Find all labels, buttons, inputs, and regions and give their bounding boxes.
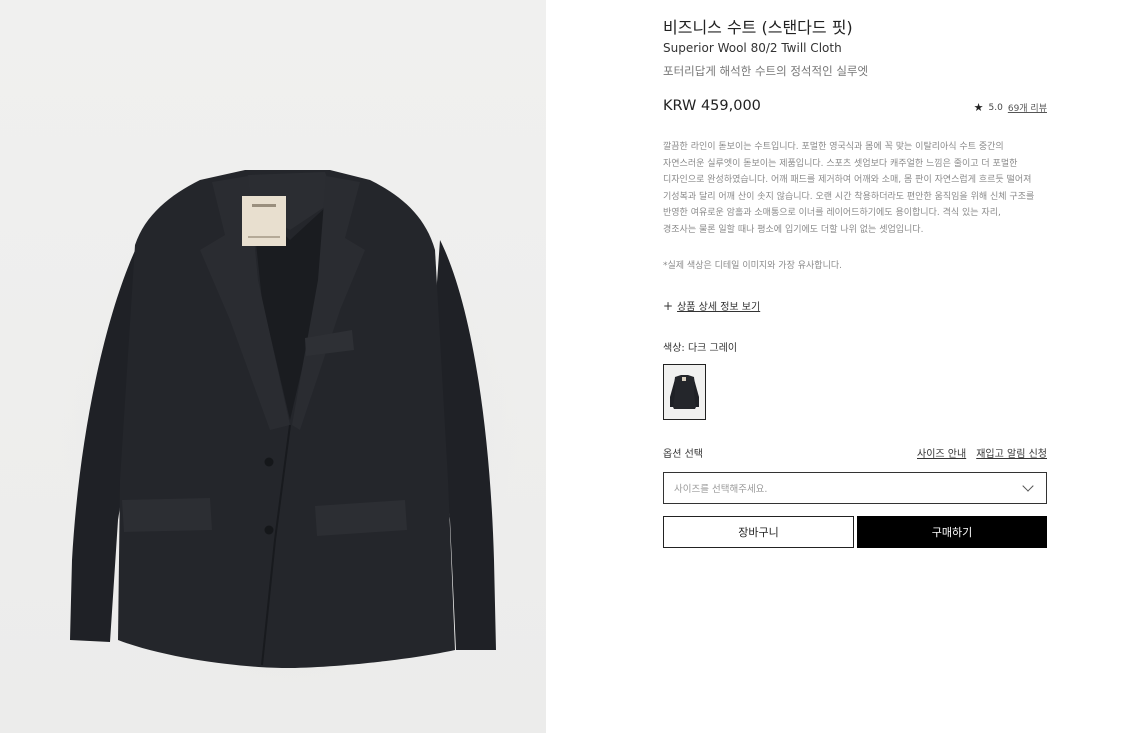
- description-line: 깔끔한 라인이 돋보이는 수트입니다. 포멀한 영국식과 몸에 꼭 맞는 이탈리…: [663, 142, 1004, 152]
- description-line: 자연스러운 실루엣이 돋보이는 제품입니다. 스포츠 셋업보다 캐주얼한 느낌은…: [663, 158, 1018, 169]
- buy-now-button[interactable]: 구매하기: [857, 516, 1047, 548]
- description-line: 경조사는 물론 일할 때나 평소에 입기에도 더할 나위 없는 셋업입니다.: [663, 224, 924, 235]
- description-line: 반영한 여유로운 암홀과 소매통으로 이너를 레이어드하기에도 용이합니다. 격…: [663, 208, 1001, 218]
- product-description: 깔끔한 라인이 돋보이는 수트입니다. 포멀한 영국식과 몸에 꼭 맞는 이탈리…: [663, 139, 1053, 238]
- jacket-illustration: [60, 170, 520, 710]
- jacket-thumbnail-icon: [670, 375, 699, 409]
- product-price: KRW 459,000: [663, 98, 761, 114]
- description-line: 기성복과 달리 어깨 산이 솟지 않습니다. 오랜 시간 착용하더라도 편안한 …: [663, 191, 1035, 202]
- color-label: 색상: 다크 그레이: [663, 343, 738, 354]
- product-subtitle: Superior Wool 80/2 Twill Cloth: [663, 41, 842, 55]
- rating-score: 5.0: [988, 102, 1003, 113]
- detail-link-label: 상품 상세 정보 보기: [677, 302, 761, 313]
- add-to-cart-button[interactable]: 장바구니: [663, 516, 854, 548]
- size-guide-link[interactable]: 사이즈 안내: [917, 445, 966, 460]
- chevron-down-icon: [1022, 480, 1034, 492]
- color-swatch-dark-gray[interactable]: [663, 364, 706, 420]
- product-detail-link[interactable]: + 상품 상세 정보 보기: [663, 298, 761, 314]
- size-select[interactable]: 사이즈를 선택해주세요.: [663, 472, 1047, 504]
- reviews-link[interactable]: 69개 리뷰: [1008, 101, 1047, 114]
- restock-alert-link[interactable]: 재입고 알림 신청: [976, 445, 1047, 460]
- color-note: *실제 색상은 디테일 이미지와 가장 유사합니다.: [663, 261, 842, 271]
- plus-icon: +: [663, 298, 674, 313]
- star-icon: ★: [973, 101, 984, 114]
- description-line: 디자인으로 완성하였습니다. 어깨 패드를 제거하여 어깨와 소매, 몸 판이 …: [663, 175, 1032, 185]
- product-tagline: 포터리답게 해석한 수트의 정석적인 실루엣: [663, 64, 869, 78]
- product-image: [0, 0, 546, 733]
- option-label: 옵션 선택: [663, 449, 703, 460]
- size-select-placeholder: 사이즈를 선택해주세요.: [674, 484, 768, 495]
- product-title: 비즈니스 수트 (스탠다드 핏): [663, 18, 853, 37]
- product-rating: ★ 5.0 69개 리뷰: [974, 101, 1047, 114]
